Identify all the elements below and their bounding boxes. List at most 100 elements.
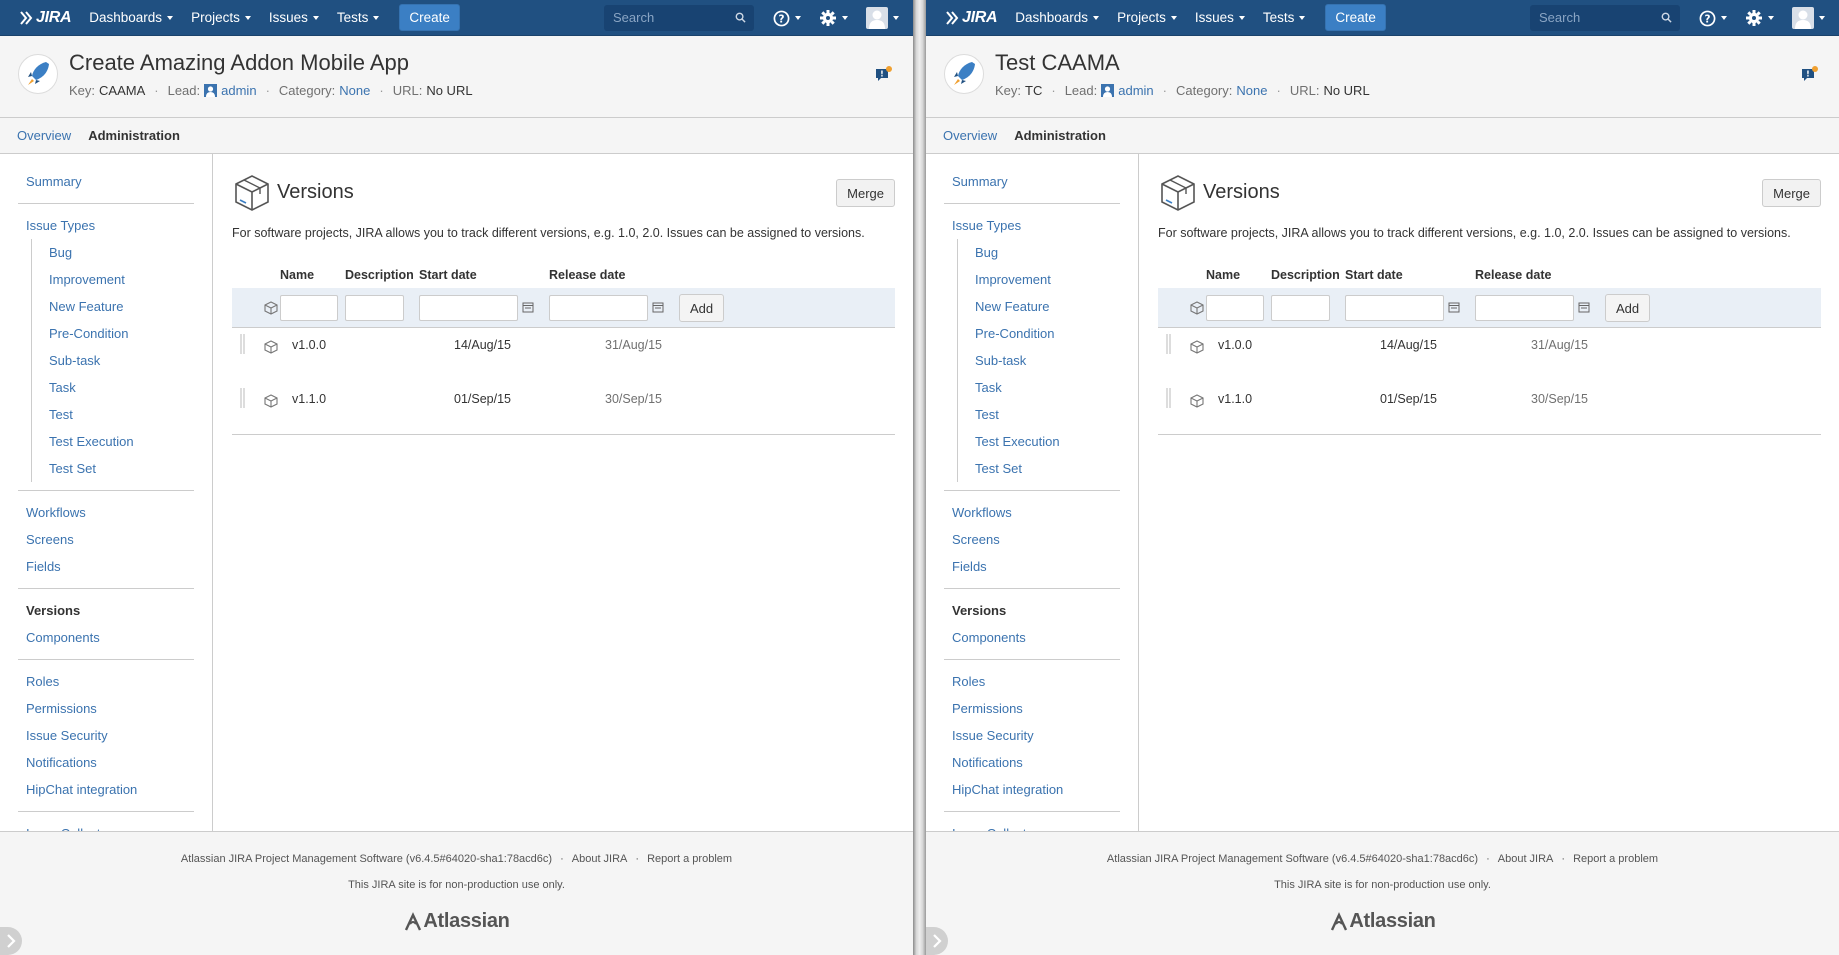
footer-about-link[interactable]: About JIRA [572,853,628,865]
sidebar-item-roles[interactable]: Roles [944,668,1120,695]
help-menu[interactable]: ? [1699,10,1727,27]
drag-handle[interactable] [1166,388,1171,408]
admin-menu[interactable] [1745,9,1774,27]
sidebar-item-components[interactable]: Components [944,624,1120,651]
version-name-input[interactable] [280,295,338,321]
calendar-icon[interactable] [1448,301,1460,313]
sidebar-item-notifications[interactable]: Notifications [944,749,1120,776]
sidebar-item-new-feature[interactable]: New Feature [32,293,194,320]
add-version-button[interactable]: Add [679,294,725,322]
sidebar-item-test-execution[interactable]: Test Execution [32,428,194,455]
footer-software-link[interactable]: Atlassian JIRA Project Management Softwa… [181,853,552,865]
sidebar-item-improvement[interactable]: Improvement [958,266,1120,293]
tab-overview[interactable]: Overview [943,128,997,153]
sidebar-item-components[interactable]: Components [18,624,194,651]
drag-handle[interactable] [240,388,245,408]
create-button[interactable]: Create [399,4,460,31]
project-lead-link[interactable]: admin [1118,83,1153,98]
sidebar-item-test-execution[interactable]: Test Execution [958,428,1120,455]
project-category-link[interactable]: None [339,83,370,98]
menu-issues[interactable]: Issues [1195,4,1245,31]
version-name[interactable]: v1.1.0 [1218,392,1252,406]
sidebar-item-hipchat-integration[interactable]: HipChat integration [18,776,194,803]
sidebar-item-new-feature[interactable]: New Feature [958,293,1120,320]
sidebar-item-permissions[interactable]: Permissions [18,695,194,722]
tab-administration[interactable]: Administration [1014,128,1106,153]
sidebar-item-permissions[interactable]: Permissions [944,695,1120,722]
sidebar-item-pre-condition[interactable]: Pre-Condition [32,320,194,347]
footer-about-link[interactable]: About JIRA [1498,853,1554,865]
pane-divider[interactable] [913,0,926,955]
sidebar-item-fields[interactable]: Fields [944,553,1120,580]
sidebar-item-versions[interactable]: Versions [944,597,1120,624]
user-menu[interactable] [866,7,899,29]
merge-button[interactable]: Merge [1762,179,1821,207]
project-category-link[interactable]: None [1236,83,1267,98]
expand-handle[interactable] [926,927,948,955]
expand-handle[interactable] [0,927,22,955]
calendar-icon[interactable] [522,301,534,313]
sidebar-item-task[interactable]: Task [958,374,1120,401]
search-input[interactable]: Search [604,5,754,31]
sidebar-item-issue-security[interactable]: Issue Security [944,722,1120,749]
sidebar-item-versions[interactable]: Versions [18,597,194,624]
menu-projects[interactable]: Projects [191,4,251,31]
sidebar-item-notifications[interactable]: Notifications [18,749,194,776]
sidebar-item-hipchat-integration[interactable]: HipChat integration [944,776,1120,803]
project-avatar[interactable] [944,54,984,94]
sidebar-item-sub-task[interactable]: Sub-task [32,347,194,374]
atlassian-logo[interactable]: Atlassian [926,910,1839,933]
footer-report-link[interactable]: Report a problem [647,853,732,865]
sidebar-item-test-set[interactable]: Test Set [32,455,194,482]
table-row[interactable]: v1.0.0 14/Aug/15 31/Aug/15 [1158,328,1821,382]
table-row[interactable]: v1.1.0 01/Sep/15 30/Sep/15 [232,382,895,436]
menu-issues[interactable]: Issues [269,4,319,31]
sidebar-item-issue-types[interactable]: Issue Types [944,212,1120,239]
sidebar-item-screens[interactable]: Screens [18,526,194,553]
sidebar-item-test-set[interactable]: Test Set [958,455,1120,482]
footer-report-link[interactable]: Report a problem [1573,853,1658,865]
menu-dashboards[interactable]: Dashboards [89,4,174,31]
menu-dashboards[interactable]: Dashboards [1015,4,1100,31]
sidebar-item-test[interactable]: Test [958,401,1120,428]
sidebar-item-summary[interactable]: Summary [18,168,194,195]
table-row[interactable]: v1.0.0 14/Aug/15 31/Aug/15 [232,328,895,382]
drag-handle[interactable] [1166,334,1171,354]
version-name-input[interactable] [1206,295,1264,321]
version-name[interactable]: v1.0.0 [292,338,326,352]
footer-software-link[interactable]: Atlassian JIRA Project Management Softwa… [1107,853,1478,865]
jira-logo[interactable]: JIRA [18,9,72,27]
admin-menu[interactable] [819,9,848,27]
start-date-input[interactable] [1345,295,1444,321]
sidebar-item-task[interactable]: Task [32,374,194,401]
project-avatar[interactable] [18,54,58,94]
menu-tests[interactable]: Tests [1263,4,1306,31]
add-version-button[interactable]: Add [1605,294,1651,322]
release-date-input[interactable] [549,295,648,321]
search-input[interactable]: Search [1530,5,1680,31]
sidebar-item-sub-task[interactable]: Sub-task [958,347,1120,374]
create-button[interactable]: Create [1325,4,1386,31]
user-menu[interactable] [1792,7,1825,29]
sidebar-item-issue-security[interactable]: Issue Security [18,722,194,749]
version-name[interactable]: v1.1.0 [292,392,326,406]
sidebar-item-bug[interactable]: Bug [958,239,1120,266]
jira-logo[interactable]: JIRA [944,9,998,27]
version-description-input[interactable] [345,295,404,321]
feedback-button[interactable]: ! [1801,66,1819,85]
help-menu[interactable]: ? [773,10,801,27]
project-lead-link[interactable]: admin [221,83,256,98]
sidebar-item-bug[interactable]: Bug [32,239,194,266]
start-date-input[interactable] [419,295,518,321]
release-date-input[interactable] [1475,295,1574,321]
sidebar-item-roles[interactable]: Roles [18,668,194,695]
sidebar-item-fields[interactable]: Fields [18,553,194,580]
feedback-button[interactable]: ! [875,66,893,85]
menu-projects[interactable]: Projects [1117,4,1177,31]
merge-button[interactable]: Merge [836,179,895,207]
sidebar-item-workflows[interactable]: Workflows [18,499,194,526]
sidebar-item-screens[interactable]: Screens [944,526,1120,553]
sidebar-item-pre-condition[interactable]: Pre-Condition [958,320,1120,347]
version-name[interactable]: v1.0.0 [1218,338,1252,352]
calendar-icon[interactable] [1578,301,1590,313]
